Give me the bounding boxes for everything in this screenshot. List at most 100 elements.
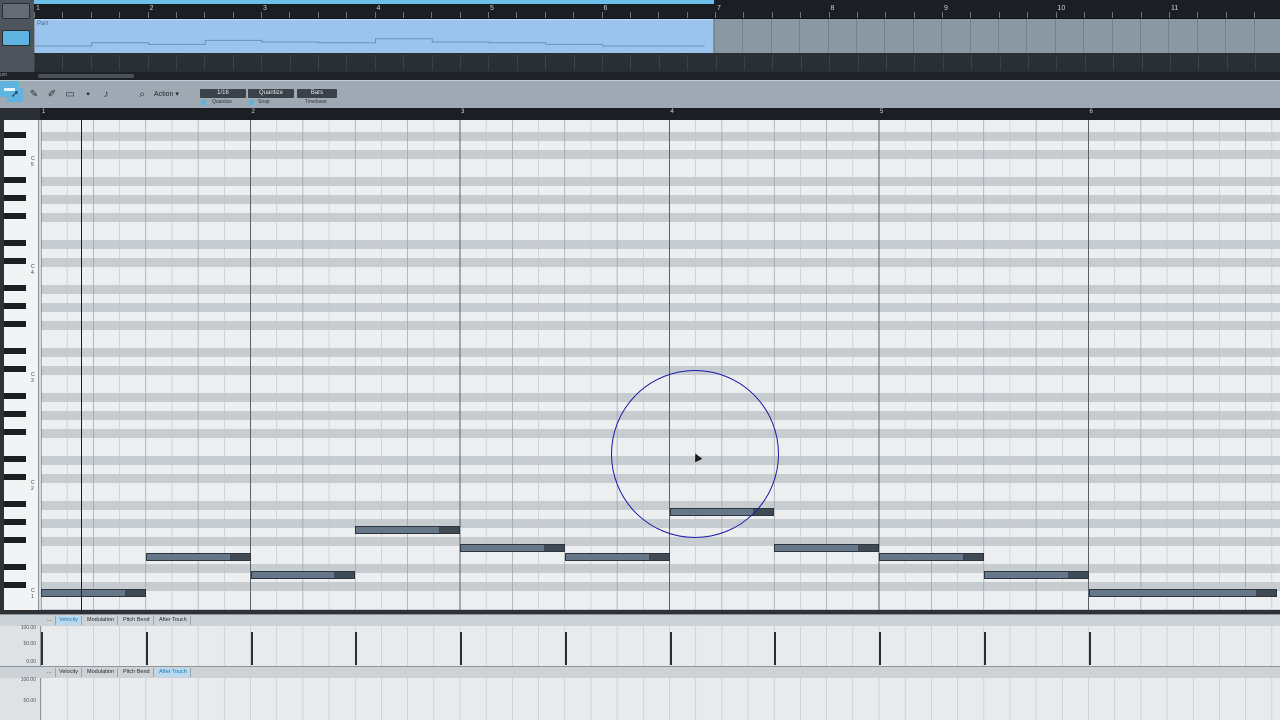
- black-key[interactable]: [4, 582, 26, 588]
- ruler-tick: [800, 12, 802, 18]
- lane-tab-velocity[interactable]: Velocity: [56, 616, 82, 625]
- quantize-toggle[interactable]: [201, 100, 206, 105]
- pencil-tool-icon[interactable]: ✎: [26, 88, 42, 102]
- lane-gridline: [914, 55, 916, 70]
- black-key[interactable]: [4, 195, 26, 201]
- black-key[interactable]: [4, 411, 26, 417]
- listen-tool-icon[interactable]: ♪: [98, 88, 114, 102]
- velocity-lane[interactable]: 100.00 50.00 0.00: [0, 625, 1280, 666]
- black-key[interactable]: [4, 348, 26, 354]
- mute-tool-icon[interactable]: ▪: [80, 88, 96, 102]
- scroll-thumb[interactable]: [38, 74, 134, 78]
- lane-tab-[interactable]: ...: [44, 668, 56, 677]
- timebase-value[interactable]: Bars: [297, 89, 337, 98]
- lane-tab-pitch-bend[interactable]: Pitch Bend: [120, 668, 154, 677]
- velocity-bar[interactable]: [879, 632, 881, 665]
- midi-note[interactable]: [564, 553, 670, 561]
- black-key[interactable]: [4, 213, 26, 219]
- snap-value[interactable]: Quantize: [248, 89, 294, 98]
- black-key[interactable]: [4, 240, 26, 246]
- velocity-bar[interactable]: [1088, 632, 1091, 665]
- lane-gridline: [176, 55, 177, 70]
- ruler-tick: [970, 12, 972, 18]
- grid-row: [41, 357, 1280, 366]
- lane-tab-velocity[interactable]: Velocity: [56, 668, 82, 677]
- black-key[interactable]: [4, 150, 26, 156]
- lane-gridline: [1226, 55, 1228, 70]
- midi-note[interactable]: [250, 571, 356, 579]
- action-menu-button[interactable]: Action ▾: [154, 89, 179, 101]
- track-button[interactable]: [2, 3, 30, 19]
- velocity-bar[interactable]: [564, 632, 567, 665]
- black-key[interactable]: [4, 132, 26, 138]
- track-header[interactable]: [0, 0, 35, 72]
- lane-tab-pitch-bend[interactable]: Pitch Bend: [120, 616, 154, 625]
- note-end-shade: [648, 554, 669, 560]
- midi-note[interactable]: [879, 553, 984, 561]
- lane-gridline: [715, 55, 717, 70]
- black-key[interactable]: [4, 177, 26, 183]
- midi-note[interactable]: [983, 571, 1089, 579]
- midi-note[interactable]: [41, 589, 146, 597]
- lane-gridline: [346, 55, 348, 70]
- lane-tab-modulation[interactable]: Modulation: [84, 616, 118, 625]
- black-key[interactable]: [4, 519, 26, 525]
- lane-gridline: [1198, 55, 1200, 70]
- lane-gridline: [800, 55, 802, 70]
- velocity-bars[interactable]: [0, 626, 1280, 666]
- lane-tabs-1: ... Velocity Modulation Pitch Bend After Tou…: [0, 614, 1280, 626]
- aftertouch-lane[interactable]: 100.00 50.00: [0, 677, 1280, 720]
- magnifier-icon[interactable]: ⌕: [134, 88, 150, 102]
- velocity-bar[interactable]: [774, 632, 777, 665]
- black-key[interactable]: [4, 564, 26, 570]
- ruler-tick: [317, 12, 319, 18]
- grid-row: [41, 339, 1280, 348]
- black-key[interactable]: [4, 321, 26, 327]
- velocity-bar[interactable]: [41, 632, 43, 665]
- editor-toolbar: ➚ ✎ ✐ ▭ ▪ ♪ ⌕ Action ▾ 1/16 Quantize Qua…: [0, 80, 1280, 110]
- grid-row: [41, 600, 1280, 609]
- midi-note[interactable]: [1088, 589, 1278, 597]
- lane-gridline: [658, 55, 660, 70]
- track-instrument-icon[interactable]: [2, 30, 30, 46]
- velocity-bar[interactable]: [669, 632, 672, 665]
- black-key[interactable]: [4, 366, 26, 372]
- velocity-bar[interactable]: [250, 632, 253, 665]
- black-key[interactable]: [4, 429, 26, 435]
- midi-part[interactable]: Part: [35, 19, 713, 54]
- note-grid[interactable]: [41, 120, 1280, 610]
- velocity-bar[interactable]: [355, 632, 358, 665]
- black-key[interactable]: [4, 285, 26, 291]
- midi-note[interactable]: [774, 544, 879, 552]
- piano-keyboard[interactable]: C 5 C 4 C 3 C 2 C 1: [4, 120, 39, 610]
- black-key[interactable]: [4, 456, 26, 462]
- velocity-bar[interactable]: [460, 632, 462, 665]
- midi-note[interactable]: [355, 526, 460, 534]
- lane-tab-after-touch[interactable]: After Touch: [156, 616, 191, 625]
- midi-note[interactable]: [145, 553, 251, 561]
- velocity-bar[interactable]: [983, 632, 986, 665]
- lane-tab-after-touch[interactable]: After Touch: [156, 668, 191, 677]
- ruler-tick: [34, 12, 35, 18]
- eraser-tool-icon[interactable]: ✐: [44, 88, 60, 102]
- velocity-bar[interactable]: [145, 632, 148, 665]
- horizontal-scrollbar[interactable]: um: [0, 72, 1280, 80]
- loop-range[interactable]: [34, 0, 714, 4]
- grid-row: [41, 222, 1280, 231]
- ruler-tick: [771, 12, 773, 18]
- lane-tab-[interactable]: ...: [44, 616, 56, 625]
- black-key[interactable]: [4, 501, 26, 507]
- black-key[interactable]: [4, 537, 26, 543]
- grid-row: [41, 564, 1280, 573]
- lane-gridline: [1170, 55, 1171, 70]
- black-key[interactable]: [4, 474, 26, 480]
- midi-note[interactable]: [460, 544, 565, 552]
- paint-tool-icon[interactable]: ▭: [62, 88, 78, 102]
- black-key[interactable]: [4, 393, 26, 399]
- black-key[interactable]: [4, 303, 26, 309]
- lane-tab-modulation[interactable]: Modulation: [84, 668, 118, 677]
- snap-toggle[interactable]: [249, 100, 254, 105]
- quantize-value[interactable]: 1/16: [200, 89, 246, 98]
- black-key[interactable]: [4, 258, 26, 264]
- ruler-tick: [90, 12, 92, 18]
